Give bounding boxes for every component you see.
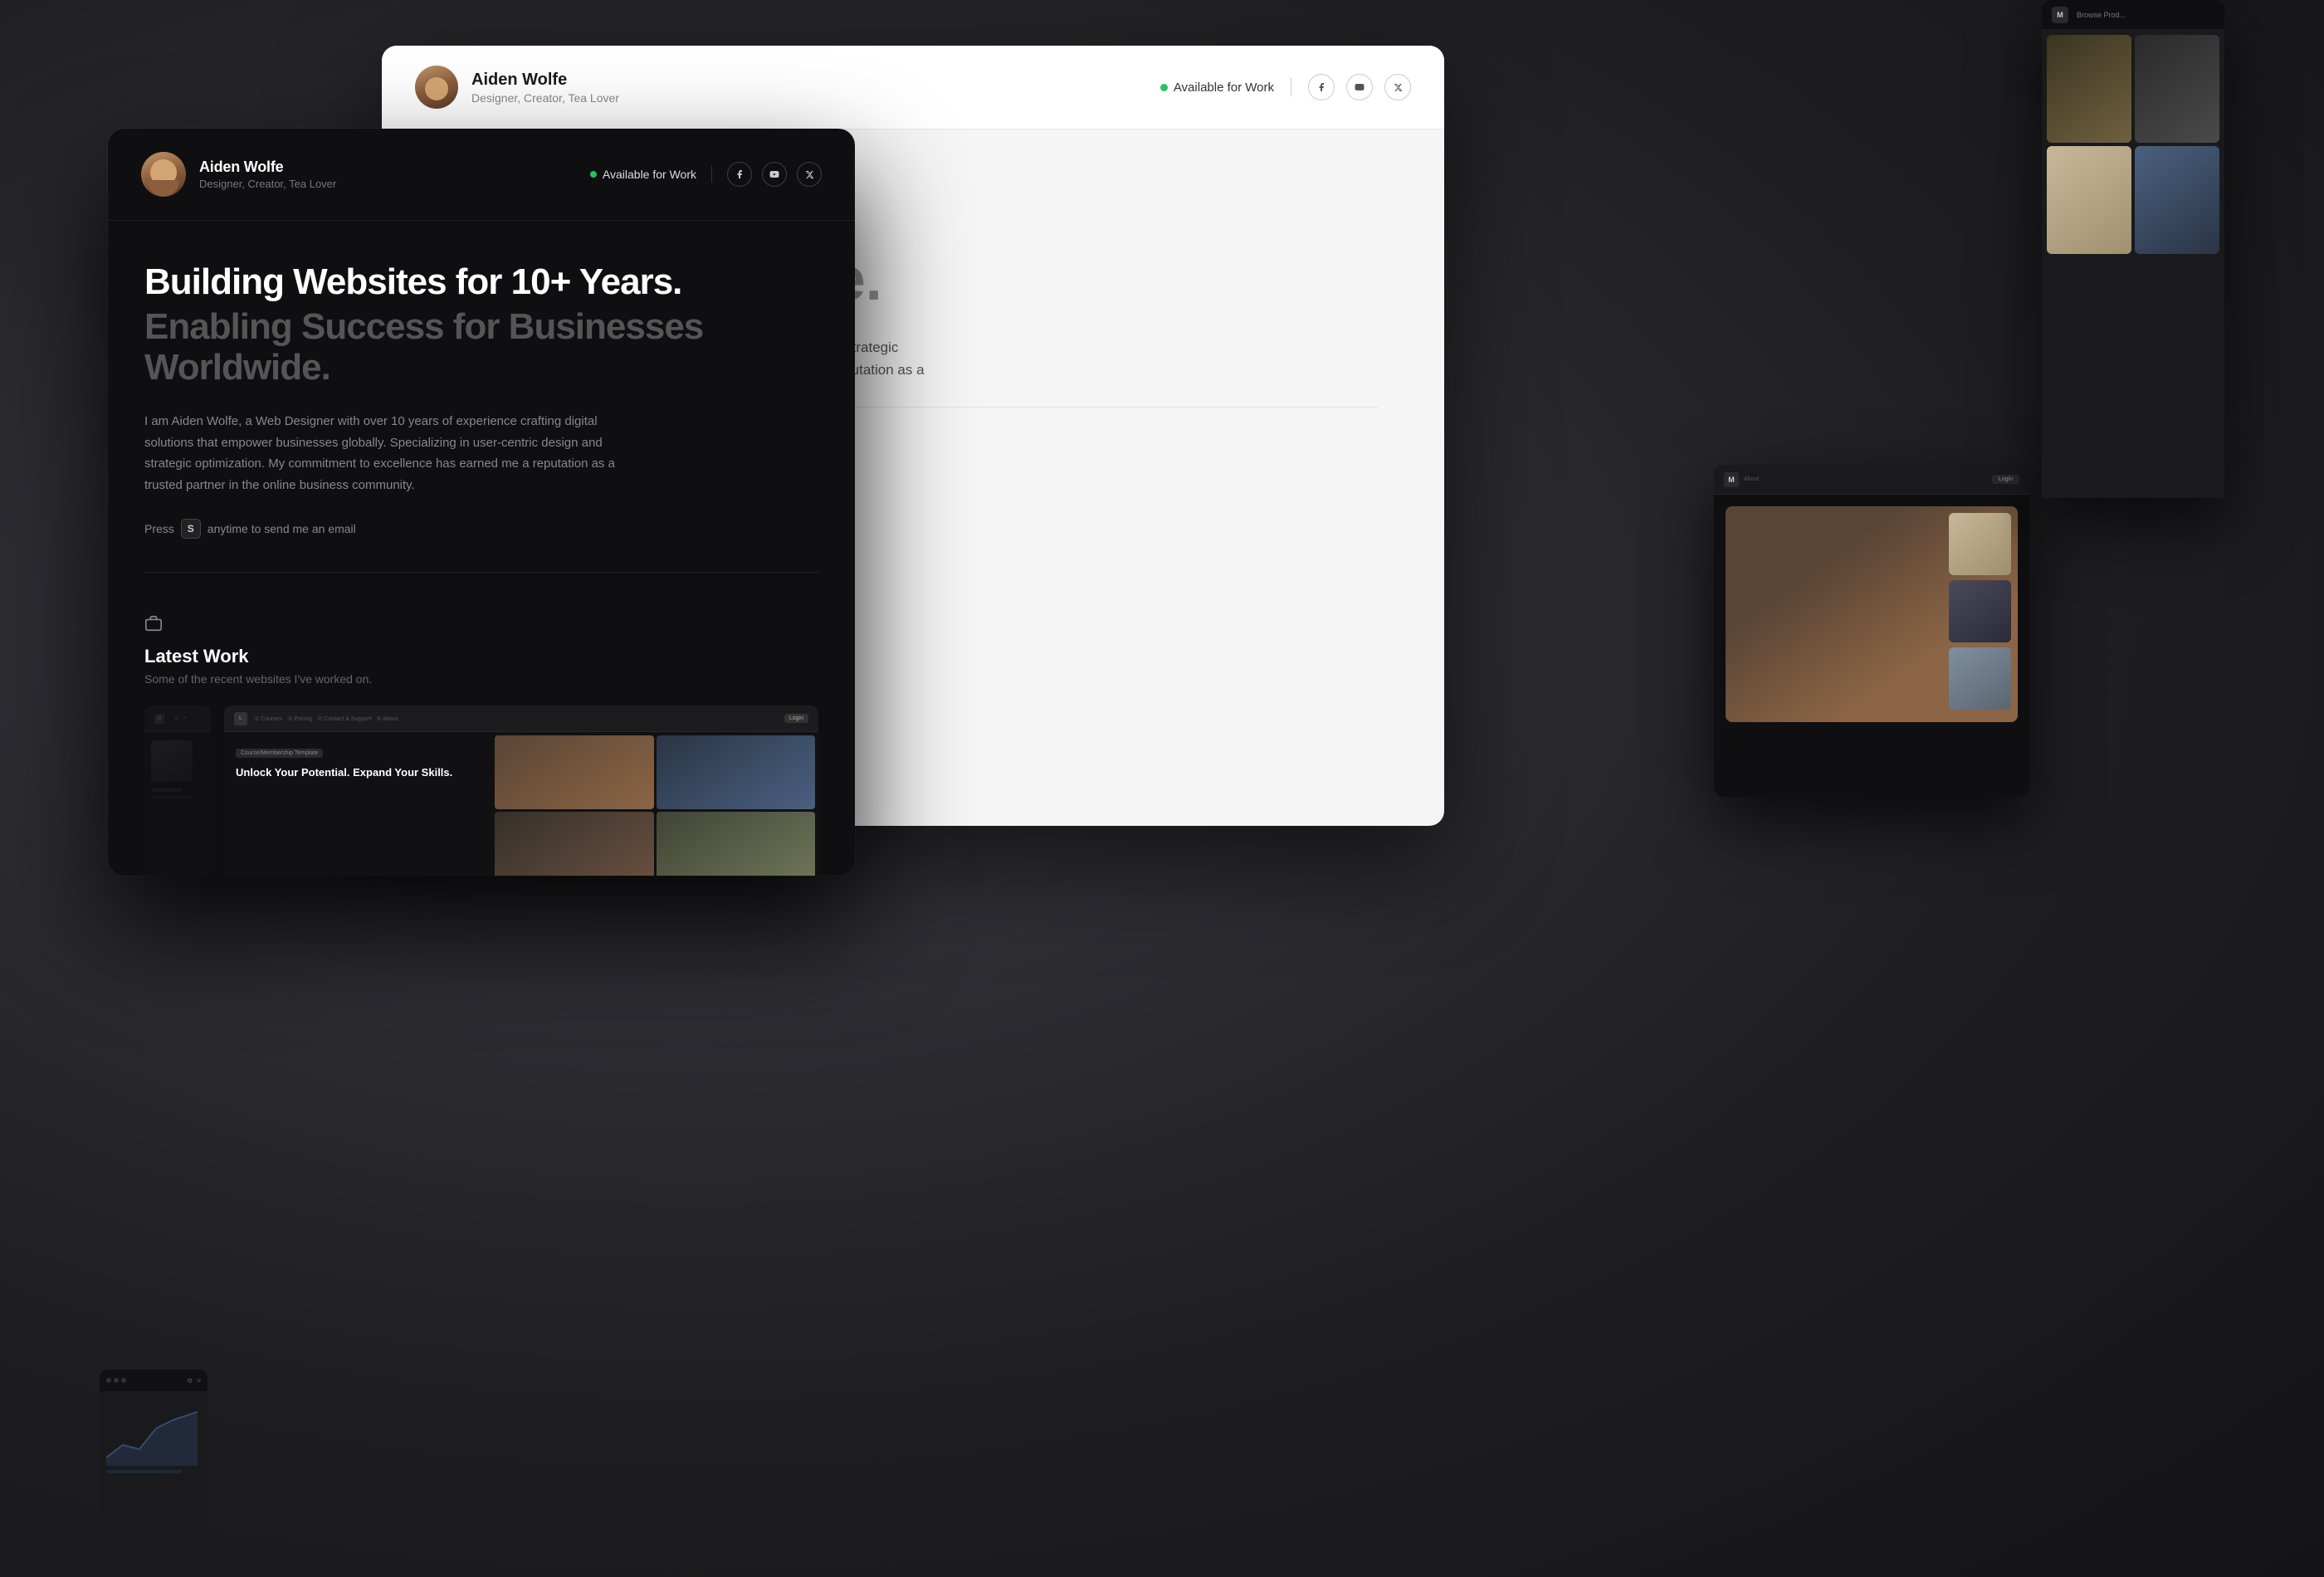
bg-youtube-icon[interactable] <box>1346 74 1373 100</box>
main-youtube-icon[interactable] <box>762 162 787 187</box>
right-tile-photo-2 <box>2135 35 2219 143</box>
right-tile-wide: M About Login <box>1714 465 2029 797</box>
left-edge-card: ⚙ ≡ <box>100 1370 208 1577</box>
thumb-course-header: L ① Courses ② Pricing ③ Contact & Suppor… <box>224 706 818 732</box>
rtw-photo-main <box>1726 506 2018 722</box>
latest-work-section: Latest Work Some of the recent websites … <box>144 606 818 876</box>
bg-available-status: Available for Work <box>1160 81 1274 95</box>
rtw-sm-photo-3 <box>1949 647 2011 710</box>
main-header: Aiden Wolfe Designer, Creator, Tea Lover… <box>108 129 855 221</box>
main-status-area: Available for Work <box>590 162 822 187</box>
rtw-overlay-photos <box>1949 513 2011 710</box>
main-window: Aiden Wolfe Designer, Creator, Tea Lover… <box>108 129 855 876</box>
lec-dot-3 <box>121 1378 126 1383</box>
work-thumb-dark-left: ⊞ ⚙ ≡ <box>144 706 211 876</box>
main-facebook-icon[interactable] <box>727 162 752 187</box>
rtw-sm-photo-2 <box>1949 580 2011 642</box>
main-avatar <box>141 152 186 197</box>
press-after-label: anytime to send me an email <box>208 522 356 535</box>
thumb-course-content: Course/Membership Template Unlock Your P… <box>224 732 818 792</box>
main-vertical-divider <box>711 166 712 183</box>
lec-dot-1 <box>106 1378 111 1383</box>
rtw-nav: About <box>1744 476 1759 482</box>
lec-menu-icon: ≡ <box>197 1377 201 1384</box>
press-label: Press <box>144 522 174 535</box>
rtw-header: M About Login <box>1714 465 2029 495</box>
work-thumb-course: L ① Courses ② Pricing ③ Contact & Suppor… <box>224 706 818 876</box>
thumb-course-logo: L <box>234 712 247 725</box>
lec-dot-2 <box>114 1378 119 1383</box>
bg-avatar <box>415 66 458 109</box>
work-thumbnails: ⊞ ⚙ ≡ L <box>144 706 818 876</box>
main-green-dot <box>590 171 597 178</box>
key-s-badge: S <box>181 519 201 539</box>
main-person-name: Aiden Wolfe <box>199 159 577 176</box>
thumb-course-nav: ① Courses ② Pricing ③ Contact & Support … <box>254 715 398 722</box>
right-tile-tall-header: M Browse Prod... <box>2042 0 2224 30</box>
main-x-twitter-icon[interactable] <box>797 162 822 187</box>
lec-window-dots <box>106 1378 126 1383</box>
right-tile-photo-1 <box>2047 35 2131 143</box>
bg-person-name: Aiden Wolfe <box>471 71 1147 90</box>
latest-work-subtitle: Some of the recent websites I've worked … <box>144 672 818 686</box>
rtw-login-btn[interactable]: Login <box>1992 475 2019 484</box>
right-tile-photo-grid <box>2042 30 2224 259</box>
rtw-nav-item-about: About <box>1744 476 1759 482</box>
thumb-course-login[interactable]: Login <box>784 714 808 723</box>
right-tile-tall: M Browse Prod... <box>2042 0 2224 498</box>
briefcase-icon <box>144 614 818 637</box>
main-social-icons <box>727 162 822 187</box>
right-tile-photo-3 <box>2047 146 2131 254</box>
main-available-status: Available for Work <box>590 168 696 181</box>
latest-work-title: Latest Work <box>144 646 818 667</box>
main-body-text: I am Aiden Wolfe, a Web Designer with ov… <box>144 411 626 496</box>
bg-status-area: Available for Work <box>1160 74 1411 100</box>
lec-content <box>100 1391 208 1487</box>
bg-green-dot <box>1160 84 1168 91</box>
main-subheading: Enabling Success for Businesses Worldwid… <box>144 307 818 388</box>
rtw-sm-photo-1 <box>1949 513 2011 575</box>
main-person-subtitle: Designer, Creator, Tea Lover <box>199 178 577 190</box>
right-tile-photo-4 <box>2135 146 2219 254</box>
main-content: Building Websites for 10+ Years. Enablin… <box>108 221 855 876</box>
lec-gear-icon: ⚙ <box>187 1377 193 1384</box>
main-name-block: Aiden Wolfe Designer, Creator, Tea Lover <box>199 159 577 190</box>
rtw-logo: M <box>1724 472 1739 487</box>
right-tile-logo: M <box>2052 7 2068 23</box>
bg-person-subtitle: Designer, Creator, Tea Lover <box>471 91 1147 105</box>
main-content-divider <box>144 572 818 573</box>
bg-facebook-icon[interactable] <box>1308 74 1335 100</box>
thumb-header-left: ⊞ ⚙ ≡ <box>144 706 211 732</box>
right-tile-browse-label: Browse Prod... <box>2077 11 2126 19</box>
thumb-course-title: Unlock Your Potential. Expand Your Skill… <box>236 766 807 780</box>
bg-name-block: Aiden Wolfe Designer, Creator, Tea Lover <box>471 71 1147 105</box>
bg-social-icons <box>1308 74 1411 100</box>
lec-icons: ⚙ ≡ <box>187 1377 201 1384</box>
thumb-photo-p3 <box>495 812 653 876</box>
main-heading: Building Websites for 10+ Years. <box>144 262 818 302</box>
thumb-photo-p4 <box>657 812 815 876</box>
lec-header: ⚙ ≡ <box>100 1370 208 1391</box>
thumb-course-label: Course/Membership Template <box>236 749 323 758</box>
rtw-content <box>1714 495 2029 734</box>
avatar-inner <box>141 152 186 197</box>
bg-x-twitter-icon[interactable] <box>1384 74 1411 100</box>
lec-chart <box>106 1399 198 1466</box>
bg-header: Aiden Wolfe Designer, Creator, Tea Lover… <box>382 46 1444 129</box>
press-s-hint: Press S anytime to send me an email <box>144 519 818 539</box>
